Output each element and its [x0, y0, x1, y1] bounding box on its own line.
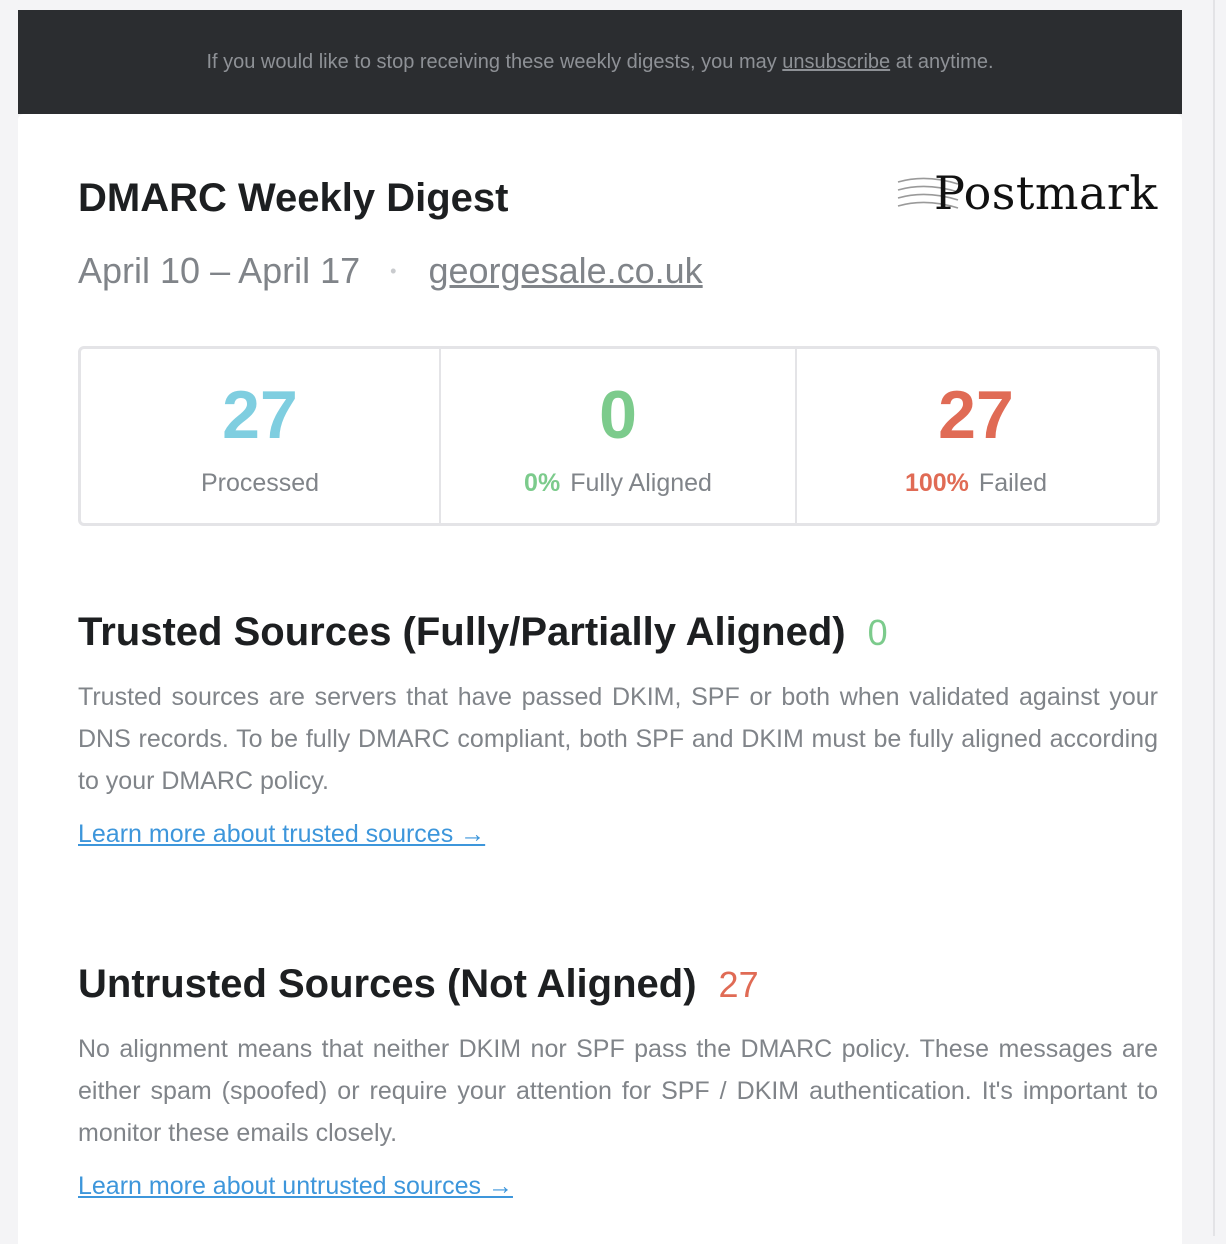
trusted-description: Trusted sources are servers that have pa…: [78, 683, 1158, 795]
postmark-wordmark: Postmark: [934, 166, 1158, 220]
failed-count: 27: [938, 377, 1014, 453]
stat-aligned: 0 0% Fully Aligned: [441, 349, 797, 523]
page-title: DMARC Weekly Digest: [78, 176, 509, 220]
banner-text-before: If you would like to stop receiving thes…: [206, 50, 783, 73]
domain-link[interactable]: georgesale.co.uk: [428, 250, 702, 292]
trusted-count: 0: [867, 612, 888, 653]
untrusted-count: 27: [718, 964, 759, 1005]
untrusted-description: No alignment means that neither DKIM nor…: [78, 1035, 1158, 1147]
aligned-percent: 0%: [524, 469, 561, 497]
aligned-label-text: Fully Aligned: [570, 469, 712, 497]
processed-label: Processed: [201, 469, 319, 498]
unsubscribe-link[interactable]: unsubscribe: [782, 51, 890, 74]
aligned-label: 0% Fully Aligned: [524, 469, 712, 498]
stat-processed: 27 Processed: [81, 349, 441, 523]
untrusted-heading-text: Untrusted Sources (Not Aligned): [78, 962, 697, 1006]
learn-more-untrusted-link[interactable]: Learn more about untrusted sources →: [78, 1172, 513, 1201]
window-edge: [1213, 0, 1215, 1236]
stats-panel: 27 Processed 0 0% Fully Aligned 27 100% Fa…: [78, 346, 1160, 526]
banner-text-after: at anytime.: [890, 50, 994, 73]
failed-percent: 100%: [904, 469, 969, 497]
failed-label-text: Failed: [978, 469, 1048, 497]
trusted-sources-heading: Trusted Sources (Fully/Partially Aligned…: [78, 610, 888, 655]
failed-label: 100% Failed: [905, 469, 1047, 498]
processed-label-text: Processed: [200, 469, 320, 497]
digest-subline: April 10 – April 17 • georgesale.co.uk: [78, 250, 703, 292]
unsubscribe-banner: If you would like to stop receiving thes…: [18, 10, 1182, 114]
untrusted-sources-heading: Untrusted Sources (Not Aligned) 27: [78, 962, 759, 1007]
date-range: April 10 – April 17: [78, 250, 361, 291]
postmark-logo: Postmark: [896, 166, 1166, 220]
stat-failed: 27 100% Failed: [797, 349, 1155, 523]
digest-card: DMARC Weekly Digest Postmark April 10 – …: [18, 114, 1182, 1244]
separator-dot: •: [390, 260, 397, 281]
trusted-heading-text: Trusted Sources (Fully/Partially Aligned…: [78, 610, 846, 654]
processed-count: 27: [222, 377, 298, 453]
learn-more-trusted-link[interactable]: Learn more about trusted sources →: [78, 820, 485, 849]
aligned-count: 0: [599, 377, 637, 453]
